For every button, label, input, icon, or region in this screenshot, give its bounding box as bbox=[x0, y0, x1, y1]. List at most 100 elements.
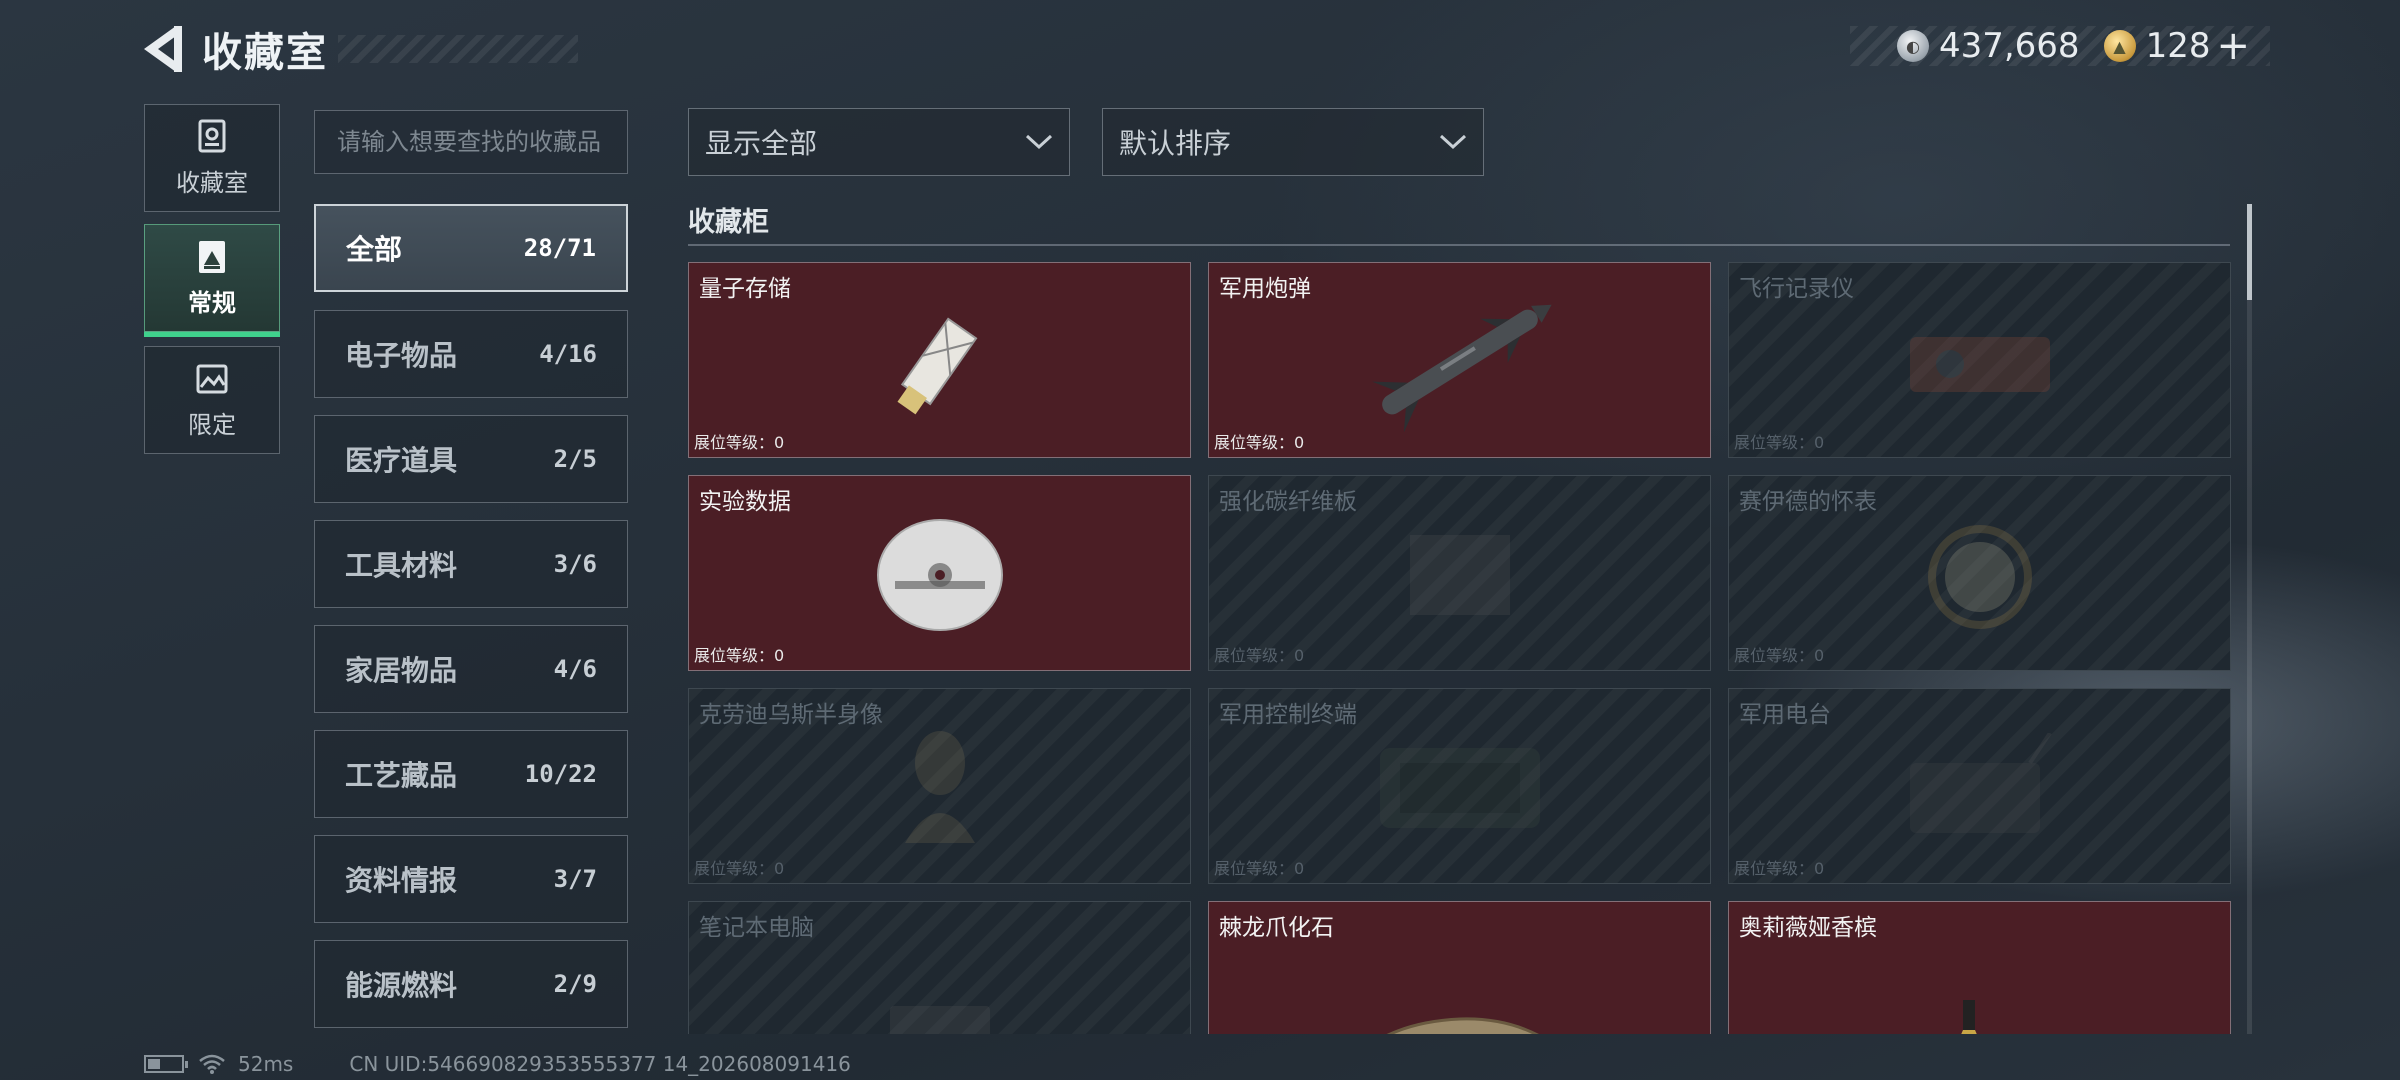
nav-regular[interactable]: 常规 bbox=[144, 224, 280, 337]
item-name: 军用控制终端 bbox=[1219, 702, 1357, 728]
collection-grid: 量子存储 展位等级：0 军用炮弹 展位等级：0 飞行记录仪 展位等级：0 实验数… bbox=[688, 262, 2234, 1034]
item-card-flight-recorder[interactable]: 飞行记录仪 展位等级：0 bbox=[1728, 262, 2231, 458]
display-level: 展位等级：0 bbox=[694, 433, 785, 452]
silver-amount: 437,668 bbox=[1938, 26, 2080, 66]
item-name: 量子存储 bbox=[699, 276, 791, 302]
category-count: 4/6 bbox=[553, 655, 597, 683]
item-name: 军用炮弹 bbox=[1219, 276, 1311, 302]
title-decoration bbox=[338, 35, 578, 63]
category-count: 10/22 bbox=[524, 760, 597, 788]
silver-coin-icon: ◐ bbox=[1896, 30, 1929, 62]
bust-statue-icon bbox=[895, 723, 985, 857]
category-count: 3/6 bbox=[553, 550, 597, 578]
page-title: 收藏室 bbox=[202, 30, 328, 76]
nav-label: 常规 bbox=[188, 288, 236, 317]
scrollbar[interactable] bbox=[2247, 204, 2252, 1034]
category-intel[interactable]: 资料情报 3/7 bbox=[314, 835, 628, 923]
item-name: 棘龙爪化石 bbox=[1219, 915, 1334, 941]
category-name: 医疗道具 bbox=[345, 444, 458, 477]
wifi-icon bbox=[199, 1054, 225, 1074]
item-card-military-shell[interactable]: 军用炮弹 展位等级：0 bbox=[1208, 262, 1711, 458]
uid-text: CN UID:546690829353555377 14_20260809141… bbox=[349, 1052, 851, 1076]
chevron-down-icon bbox=[1439, 134, 1467, 150]
item-card-experiment-data[interactable]: 实验数据 展位等级：0 bbox=[688, 475, 1191, 671]
item-card-quantum-storage[interactable]: 量子存储 展位等级：0 bbox=[688, 262, 1191, 458]
disc-icon bbox=[875, 515, 1005, 639]
display-filter-value: 显示全部 bbox=[705, 127, 818, 160]
category-count: 28/71 bbox=[523, 234, 596, 262]
display-level: 展位等级：0 bbox=[1734, 859, 1825, 878]
item-card-military-radio[interactable]: 军用电台 展位等级：0 bbox=[1728, 688, 2231, 884]
display-level: 展位等级：0 bbox=[694, 646, 785, 665]
category-medical[interactable]: 医疗道具 2/5 bbox=[314, 415, 628, 503]
section-divider bbox=[688, 244, 2230, 246]
sort-dropdown[interactable]: 默认排序 bbox=[1102, 108, 1484, 176]
category-household[interactable]: 家居物品 4/6 bbox=[314, 625, 628, 713]
item-name: 奥莉薇娅香槟 bbox=[1739, 915, 1877, 941]
item-name: 飞行记录仪 bbox=[1739, 276, 1854, 302]
item-card-pocket-watch[interactable]: 赛伊德的怀表 展位等级：0 bbox=[1728, 475, 2231, 671]
fossil-claw-icon bbox=[1310, 1004, 1610, 1034]
header: 收藏室 bbox=[140, 18, 578, 80]
display-level: 展位等级：0 bbox=[1734, 433, 1825, 452]
nav-collection-room[interactable]: 收藏室 bbox=[144, 104, 280, 212]
category-name: 工艺藏品 bbox=[345, 759, 458, 792]
category-count: 4/16 bbox=[539, 340, 597, 368]
item-name: 笔记本电脑 bbox=[699, 915, 814, 941]
missile-icon bbox=[1350, 292, 1570, 436]
carbon-plate-icon bbox=[1405, 530, 1515, 624]
display-level: 展位等级：0 bbox=[1734, 646, 1825, 665]
item-card-laptop[interactable]: 笔记本电脑 bbox=[688, 901, 1191, 1034]
category-electronics[interactable]: 电子物品 4/16 bbox=[314, 310, 628, 398]
flight-recorder-icon bbox=[1900, 317, 2060, 411]
battery-icon bbox=[144, 1055, 188, 1073]
display-level: 展位等级：0 bbox=[1214, 433, 1305, 452]
nav-label: 限定 bbox=[188, 410, 236, 439]
back-arrow-icon[interactable] bbox=[140, 24, 184, 74]
item-card-carbon-plate[interactable]: 强化碳纤维板 展位等级：0 bbox=[1208, 475, 1711, 671]
item-card-claudius-bust[interactable]: 克劳迪乌斯半身像 展位等级：0 bbox=[688, 688, 1191, 884]
add-currency-button[interactable]: + bbox=[2216, 26, 2250, 66]
category-name: 能源燃料 bbox=[345, 969, 458, 1002]
gold-coin-icon: ▲ bbox=[2103, 30, 2136, 62]
category-energy[interactable]: 能源燃料 2/9 bbox=[314, 940, 628, 1028]
usb-drive-icon bbox=[875, 302, 1005, 426]
search-input[interactable] bbox=[337, 128, 605, 156]
nav-limited[interactable]: 限定 bbox=[144, 346, 280, 454]
laptop-icon bbox=[870, 1001, 1010, 1034]
search-box[interactable] bbox=[314, 110, 628, 174]
display-level: 展位等级：0 bbox=[1214, 646, 1305, 665]
category-count: 2/9 bbox=[553, 970, 597, 998]
category-all[interactable]: 全部 28/71 bbox=[314, 204, 628, 292]
item-name: 军用电台 bbox=[1739, 702, 1831, 728]
display-level: 展位等级：0 bbox=[694, 859, 785, 878]
currency-bar: ◐ 437,668 ▲ 128 + bbox=[1850, 26, 2270, 66]
image-icon bbox=[195, 361, 229, 397]
item-card-spinosaurus-claw[interactable]: 棘龙爪化石 bbox=[1208, 901, 1711, 1034]
category-name: 电子物品 bbox=[345, 339, 458, 372]
gold-amount: 128 bbox=[2145, 26, 2211, 66]
display-level: 展位等级：0 bbox=[1214, 859, 1305, 878]
category-name: 家居物品 bbox=[345, 654, 458, 687]
scroll-thumb[interactable] bbox=[2247, 204, 2252, 300]
category-tools[interactable]: 工具材料 3/6 bbox=[314, 520, 628, 608]
document-icon bbox=[195, 239, 229, 275]
display-filter-dropdown[interactable]: 显示全部 bbox=[688, 108, 1070, 176]
category-count: 3/7 bbox=[553, 865, 597, 893]
status-bar: 52ms CN UID:546690829353555377 14_202608… bbox=[144, 1052, 851, 1076]
trophy-icon bbox=[195, 119, 229, 155]
item-card-control-terminal[interactable]: 军用控制终端 展位等级：0 bbox=[1208, 688, 1711, 884]
champagne-bottle-icon bbox=[1944, 999, 1994, 1034]
sort-value: 默认排序 bbox=[1119, 127, 1232, 160]
chevron-down-icon bbox=[1025, 134, 1053, 150]
category-count: 2/5 bbox=[553, 445, 597, 473]
item-card-olivia-champagne[interactable]: 奥莉薇娅香槟 bbox=[1728, 901, 2231, 1034]
item-name: 实验数据 bbox=[699, 489, 791, 515]
terminal-icon bbox=[1375, 738, 1545, 842]
radio-icon bbox=[1900, 731, 2060, 847]
item-name: 强化碳纤维板 bbox=[1219, 489, 1357, 515]
item-name: 克劳迪乌斯半身像 bbox=[699, 702, 883, 728]
category-crafts[interactable]: 工艺藏品 10/22 bbox=[314, 730, 628, 818]
pocket-watch-icon bbox=[1920, 515, 2040, 639]
ping-value: 52ms bbox=[238, 1052, 294, 1076]
